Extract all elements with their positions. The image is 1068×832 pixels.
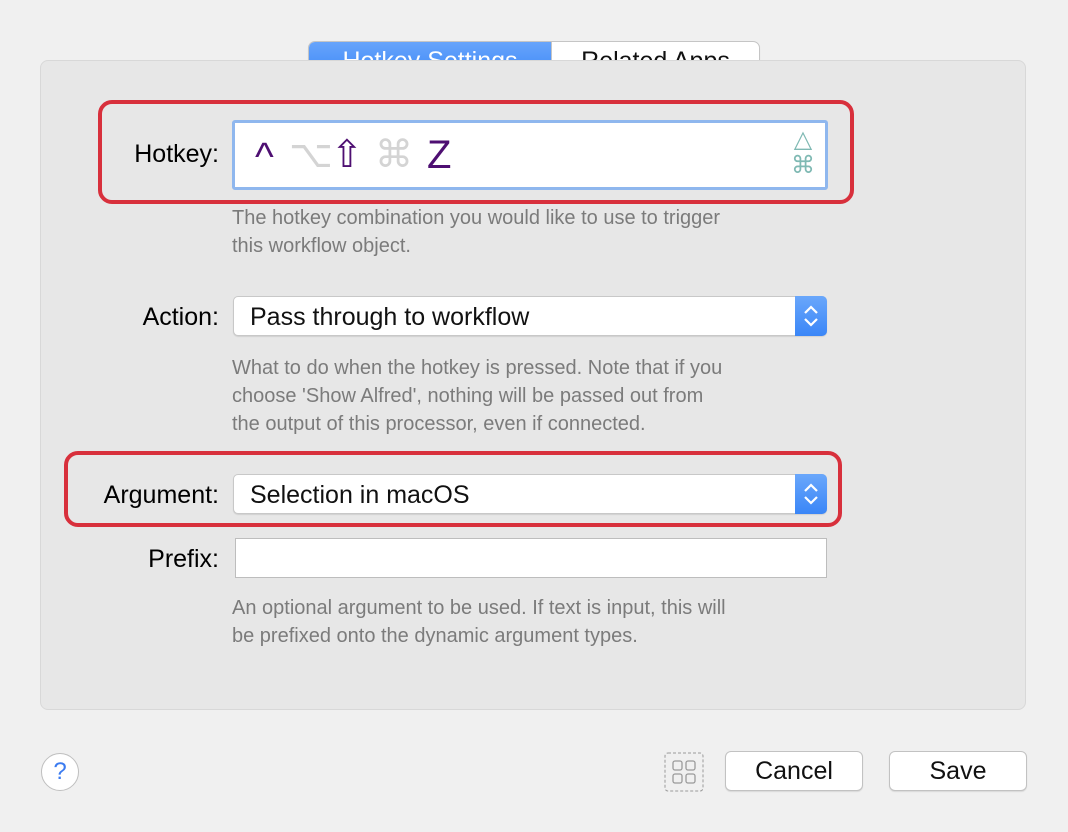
grid-layout-button[interactable] bbox=[664, 752, 704, 792]
action-help-text: What to do when the hotkey is pressed. N… bbox=[232, 357, 723, 435]
chevron-updown-icon bbox=[804, 483, 818, 505]
action-select-value: Pass through to workflow bbox=[250, 303, 530, 331]
argument-select-stepper[interactable] bbox=[795, 474, 827, 514]
grid-icon bbox=[664, 752, 704, 792]
argument-select[interactable]: Selection in macOS bbox=[233, 474, 827, 514]
save-button[interactable]: Save bbox=[889, 751, 1027, 791]
prefix-help-text: An optional argument to be used. If text… bbox=[232, 597, 726, 647]
option-modifier-icon: ⌥ bbox=[289, 134, 333, 176]
help-button[interactable]: ? bbox=[41, 753, 79, 791]
triangle-icon: △ bbox=[793, 126, 813, 153]
action-select[interactable]: Pass through to workflow bbox=[233, 296, 827, 336]
argument-label: Argument: bbox=[103, 481, 219, 509]
prefix-label: Prefix: bbox=[148, 545, 219, 573]
hotkey-key: Z bbox=[427, 133, 452, 177]
hotkey-label: Hotkey: bbox=[134, 140, 219, 168]
command-modifier-icon: ⌘ bbox=[375, 134, 413, 176]
command-icon: ⌘ bbox=[791, 152, 815, 179]
hotkey-side-icons[interactable]: △ ⌘ bbox=[791, 127, 815, 179]
action-label: Action: bbox=[142, 303, 219, 331]
argument-select-value: Selection in macOS bbox=[250, 481, 470, 509]
hotkey-recorder-field[interactable]: ^ ⌥ ⇧ ⌘ Z △ ⌘ bbox=[232, 120, 828, 190]
hotkey-help-text: The hotkey combination you would like to… bbox=[232, 207, 721, 257]
cancel-button[interactable]: Cancel bbox=[725, 751, 863, 791]
shift-modifier-icon: ⇧ bbox=[331, 134, 363, 176]
action-select-stepper[interactable] bbox=[795, 296, 827, 336]
chevron-updown-icon bbox=[804, 305, 818, 327]
prefix-input[interactable] bbox=[235, 538, 827, 578]
control-modifier-icon: ^ bbox=[255, 135, 274, 179]
